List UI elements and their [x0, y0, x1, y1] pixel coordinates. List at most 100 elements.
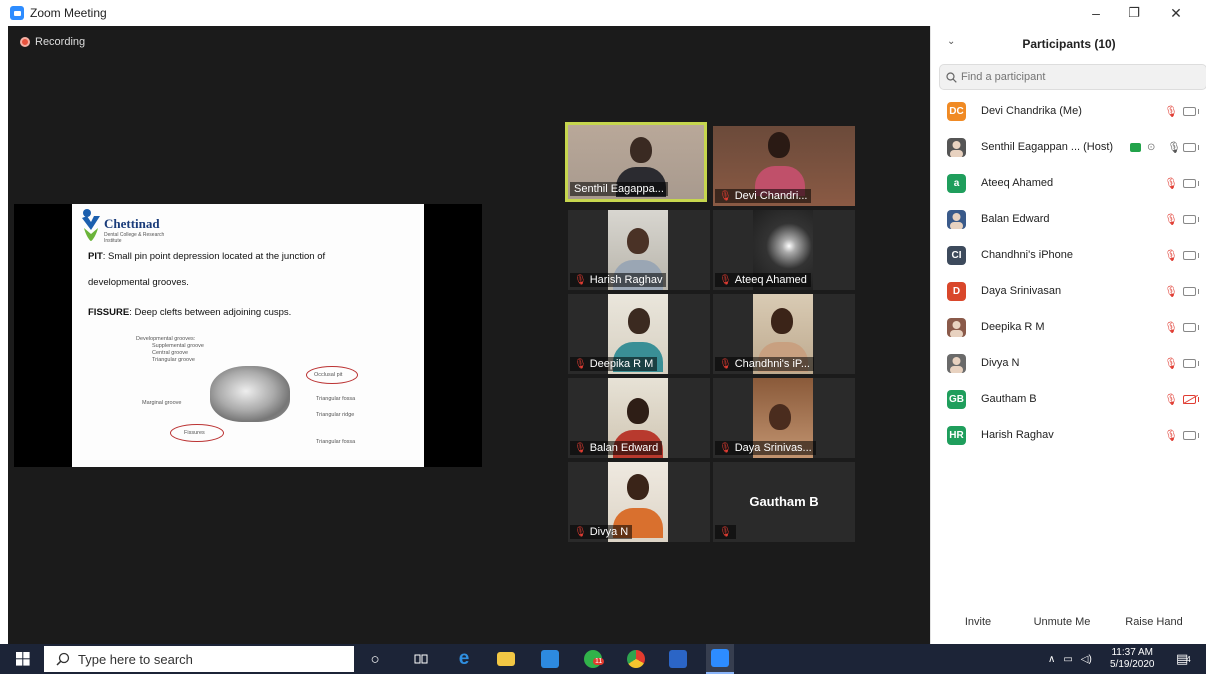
muted-mic-icon: 🎙: [719, 358, 732, 370]
participant-avatar: GB: [947, 389, 966, 409]
muted-mic-icon: 🎙: [1164, 213, 1178, 226]
clock[interactable]: 11:37 AM 5/19/2020: [1110, 644, 1155, 674]
volume-icon[interactable]: ◁): [1081, 654, 1092, 665]
panel-footer: Invite Unmute Me Raise Hand: [931, 606, 1206, 636]
label-occlusal-pit: Occlusal pit: [314, 372, 343, 378]
tile-name-text: Ateeq Ahamed: [734, 274, 807, 286]
participant-row[interactable]: Deepika R M 🎙: [931, 309, 1206, 345]
participant-avatar: a: [947, 173, 966, 193]
participant-search-input[interactable]: [961, 71, 1181, 83]
participant-row[interactable]: a Ateeq Ahamed 🎙: [931, 165, 1206, 201]
tile-name-text: Senthil Eagappa...: [574, 183, 664, 195]
person-head: [771, 308, 793, 334]
recording-label: Recording: [35, 36, 86, 48]
recording-dot-icon: [20, 37, 30, 47]
participant-row[interactable]: D Daya Srinivasan 🎙: [931, 273, 1206, 309]
battery-icon[interactable]: ▭: [1063, 654, 1072, 665]
label-developmental-grooves: Developmental grooves:: [136, 336, 196, 342]
participant-row[interactable]: Divya N 🎙: [931, 345, 1206, 381]
participant-row[interactable]: HR Harish Raghav 🎙: [931, 417, 1206, 453]
tile-name: 🎙 Harish Raghav: [570, 273, 667, 287]
word-icon[interactable]: [666, 644, 690, 674]
muted-mic-icon: 🎙: [719, 190, 732, 202]
video-tile[interactable]: Gautham B 🎙: [713, 462, 855, 542]
fissure-definition: FISSURE: Deep clefts between adjoining c…: [88, 307, 291, 318]
person-head: [627, 474, 649, 500]
raise-hand-button[interactable]: Raise Hand: [1119, 612, 1189, 632]
video-tile[interactable]: 🎙 Devi Chandri...: [713, 126, 855, 206]
search-icon: [56, 652, 70, 666]
video-tile[interactable]: Senthil Eagappa...: [565, 122, 707, 202]
cortana-icon[interactable]: ○: [362, 644, 388, 674]
tile-name-text: Chandhni's iP...: [734, 358, 810, 370]
participant-avatar: CI: [947, 245, 966, 265]
video-tile[interactable]: 🎙 Divya N: [568, 462, 710, 542]
tile-name: 🎙 Ateeq Ahamed: [715, 273, 811, 287]
action-center-icon[interactable]: ▤ 4: [1176, 644, 1191, 674]
store-icon[interactable]: [538, 644, 562, 674]
video-camera-icon: [1183, 214, 1199, 224]
participant-row[interactable]: GB Gautham B 🎙: [931, 381, 1206, 417]
participant-search[interactable]: [939, 64, 1206, 90]
pit-line-2: developmental grooves.: [88, 277, 189, 288]
label-marginal-groove: Marginal groove: [142, 400, 182, 406]
search-icon: [946, 71, 957, 83]
muted-mic-icon: 🎙: [1164, 249, 1178, 262]
clock-time: 11:37 AM: [1111, 647, 1153, 658]
person-head: [627, 228, 649, 254]
taskbar-search[interactable]: Type here to search: [44, 646, 354, 672]
participant-name: Ateeq Ahamed: [981, 177, 1054, 189]
unmute-me-button[interactable]: Unmute Me: [1025, 612, 1099, 632]
participant-row[interactable]: CI Chandhni's iPhone 🎙: [931, 237, 1206, 273]
clock-date: 5/19/2020: [1110, 659, 1155, 670]
file-explorer-icon[interactable]: [494, 644, 518, 674]
invite-button[interactable]: Invite: [953, 612, 1003, 632]
zoom-taskbar-icon[interactable]: [706, 644, 734, 674]
participant-row[interactable]: DC Devi Chandrika (Me) 🎙: [931, 93, 1206, 129]
fissure-text: : Deep clefts between adjoining cusps.: [129, 307, 292, 318]
participant-name: Daya Srinivasan: [981, 285, 1062, 297]
person-head: [627, 398, 649, 424]
tile-name-text: Deepika R M: [589, 358, 654, 370]
tile-name: 🎙 Deepika R M: [570, 357, 658, 371]
muted-mic-icon: 🎙: [1164, 285, 1178, 298]
video-tile[interactable]: 🎙 Daya Srinivas...: [713, 378, 855, 458]
recording-indicator: Recording: [20, 36, 85, 48]
person-head: [769, 404, 791, 430]
muted-mic-icon: 🎙: [719, 274, 732, 286]
participant-row[interactable]: Senthil Eagappan ... (Host) ⊙ 🎙: [931, 129, 1206, 165]
restore-button[interactable]: ❐: [1116, 3, 1152, 23]
video-camera-icon: [1183, 178, 1199, 188]
video-tile[interactable]: 🎙 Balan Edward: [568, 378, 710, 458]
label-central-groove: Central groove: [152, 350, 189, 356]
muted-mic-icon: 🎙: [1164, 429, 1178, 442]
video-tile[interactable]: 🎙 Chandhni's iP...: [713, 294, 855, 374]
window-title: Zoom Meeting: [30, 6, 107, 20]
participant-name: Senthil Eagappan ... (Host): [981, 141, 1114, 153]
whatsapp-badge: 11: [593, 658, 605, 665]
tooth-diagram: Developmental grooves: Supplemental groo…: [130, 336, 370, 456]
edge-icon[interactable]: e: [452, 644, 476, 674]
minimize-button[interactable]: –: [1078, 3, 1114, 23]
video-tile[interactable]: 🎙 Ateeq Ahamed: [713, 210, 855, 290]
task-view-icon[interactable]: [408, 644, 434, 674]
start-button[interactable]: [12, 644, 34, 674]
video-camera-icon: [1183, 142, 1199, 152]
shared-screen[interactable]: Chettinad Dental College & Research Inst…: [14, 204, 482, 467]
participant-row[interactable]: Balan Edward 🎙: [931, 201, 1206, 237]
video-camera-icon: [1183, 322, 1199, 332]
label-triangular-ridge: Triangular ridge: [316, 412, 355, 418]
participant-avatar: HR: [947, 425, 966, 445]
label-triangular-fossa: Triangular fossa: [316, 396, 356, 402]
video-off-icon: [1183, 394, 1199, 404]
video-tile[interactable]: 🎙 Harish Raghav: [568, 210, 710, 290]
tray-expand-icon[interactable]: ∧: [1048, 654, 1055, 665]
close-button[interactable]: ✕: [1158, 3, 1194, 23]
participant-avatar: [947, 209, 966, 229]
video-tile[interactable]: 🎙 Deepika R M: [568, 294, 710, 374]
muted-mic-icon: 🎙: [1164, 177, 1178, 190]
label-triangular-fossa-2: Triangular fossa: [316, 439, 356, 445]
chrome-icon[interactable]: [624, 644, 648, 674]
whatsapp-icon[interactable]: 11: [580, 644, 606, 674]
logo-name: Chettinad: [104, 216, 160, 231]
